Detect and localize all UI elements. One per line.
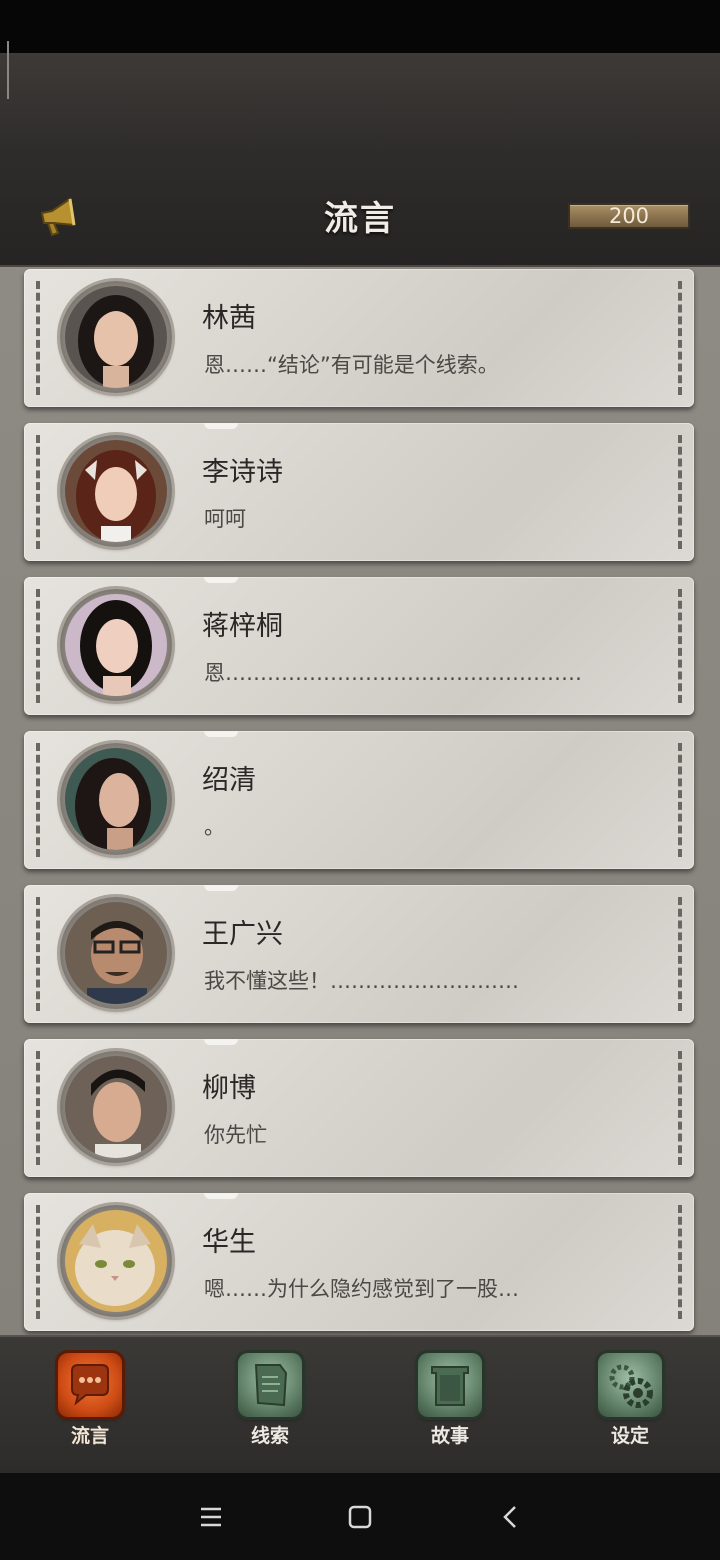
text-caret xyxy=(7,41,9,99)
avatar-frame xyxy=(60,743,172,855)
coin-counter: 200 xyxy=(568,203,690,229)
avatar xyxy=(65,440,167,542)
card-notch xyxy=(204,731,238,737)
avatar xyxy=(65,1210,167,1312)
contact-card-4[interactable]: 绍清 。 xyxy=(24,731,694,869)
stitch-decoration xyxy=(678,897,682,1011)
stitch-decoration xyxy=(678,1051,682,1165)
stitch-decoration xyxy=(678,281,682,395)
chat-bubble-icon xyxy=(58,1353,122,1417)
card-notch xyxy=(204,423,238,429)
avatar-frame xyxy=(60,589,172,701)
status-bar xyxy=(0,0,720,53)
avatar-frame xyxy=(60,435,172,547)
stitch-decoration xyxy=(678,743,682,857)
avatar xyxy=(65,748,167,850)
avatar-frame xyxy=(60,281,172,393)
tab-story[interactable]: 故事 xyxy=(405,1353,495,1448)
tab-settings[interactable]: 设定 xyxy=(585,1353,675,1448)
card-notch xyxy=(204,1039,238,1045)
back-icon[interactable] xyxy=(493,1499,529,1535)
avatar xyxy=(65,1056,167,1158)
card-notch xyxy=(204,885,238,891)
contact-card-1[interactable]: 林茜 恩……“结论”有可能是个线索。 xyxy=(24,269,694,407)
tab-clues[interactable]: 线索 xyxy=(225,1353,315,1448)
tab-rumors[interactable]: 流言 xyxy=(45,1353,135,1448)
bottom-tab-bar: 流言 线索 故事 设定 xyxy=(0,1335,720,1473)
contact-name: 柳博 xyxy=(202,1073,256,1104)
contact-message: 恩……“结论”有可能是个线索。 xyxy=(204,353,499,377)
stitch-decoration xyxy=(36,897,40,1011)
contact-name: 李诗诗 xyxy=(202,457,283,488)
stitch-decoration xyxy=(678,435,682,549)
home-icon[interactable] xyxy=(342,1499,378,1535)
avatar xyxy=(65,594,167,696)
avatar xyxy=(65,902,167,1004)
card-notch xyxy=(204,577,238,583)
contact-name: 王广兴 xyxy=(202,919,283,950)
header: 流言 200 xyxy=(0,41,720,267)
contact-message: 我不懂这些！……………………… xyxy=(204,969,519,993)
stitch-decoration xyxy=(36,281,40,395)
stitch-decoration xyxy=(678,589,682,703)
system-nav-bar xyxy=(0,1473,720,1560)
paper-note-icon xyxy=(238,1353,302,1417)
avatar xyxy=(65,286,167,388)
menu-icon[interactable] xyxy=(193,1499,229,1535)
contact-name: 绍清 xyxy=(202,765,256,796)
tab-label: 设定 xyxy=(610,1425,649,1447)
stitch-decoration xyxy=(36,589,40,703)
contact-card-7[interactable]: 华生 嗯……为什么隐约感觉到了一股… xyxy=(24,1193,694,1331)
contact-name: 林茜 xyxy=(202,303,256,334)
avatar-frame xyxy=(60,897,172,1009)
contact-name: 华生 xyxy=(202,1227,256,1258)
contact-message: 你先忙 xyxy=(204,1123,267,1147)
contact-message: 嗯……为什么隐约感觉到了一股… xyxy=(204,1277,519,1301)
tab-label: 线索 xyxy=(250,1425,289,1447)
stitch-decoration xyxy=(678,1205,682,1319)
avatar-frame xyxy=(60,1205,172,1317)
contact-card-6[interactable]: 柳博 你先忙 xyxy=(24,1039,694,1177)
tab-label: 故事 xyxy=(430,1425,469,1447)
contact-name: 蒋梓桐 xyxy=(202,611,283,642)
rumor-list: 林茜 恩……“结论”有可能是个线索。 李诗诗 呵呵 蒋梓桐 恩………………………… xyxy=(0,267,720,1335)
contact-message: 。 xyxy=(204,815,225,839)
avatar-frame xyxy=(60,1051,172,1163)
contact-card-5[interactable]: 王广兴 我不懂这些！……………………… xyxy=(24,885,694,1023)
card-notch xyxy=(204,1193,238,1199)
book-icon xyxy=(418,1353,482,1417)
stitch-decoration xyxy=(36,743,40,857)
contact-message: 恩…………………………………………… xyxy=(204,661,582,685)
contact-message: 呵呵 xyxy=(204,507,246,531)
contact-card-3[interactable]: 蒋梓桐 恩…………………………………………… xyxy=(24,577,694,715)
gear-icon xyxy=(598,1353,662,1417)
stitch-decoration xyxy=(36,1205,40,1319)
tab-label: 流言 xyxy=(70,1425,109,1447)
stitch-decoration xyxy=(36,1051,40,1165)
stitch-decoration xyxy=(36,435,40,549)
contact-card-2[interactable]: 李诗诗 呵呵 xyxy=(24,423,694,561)
